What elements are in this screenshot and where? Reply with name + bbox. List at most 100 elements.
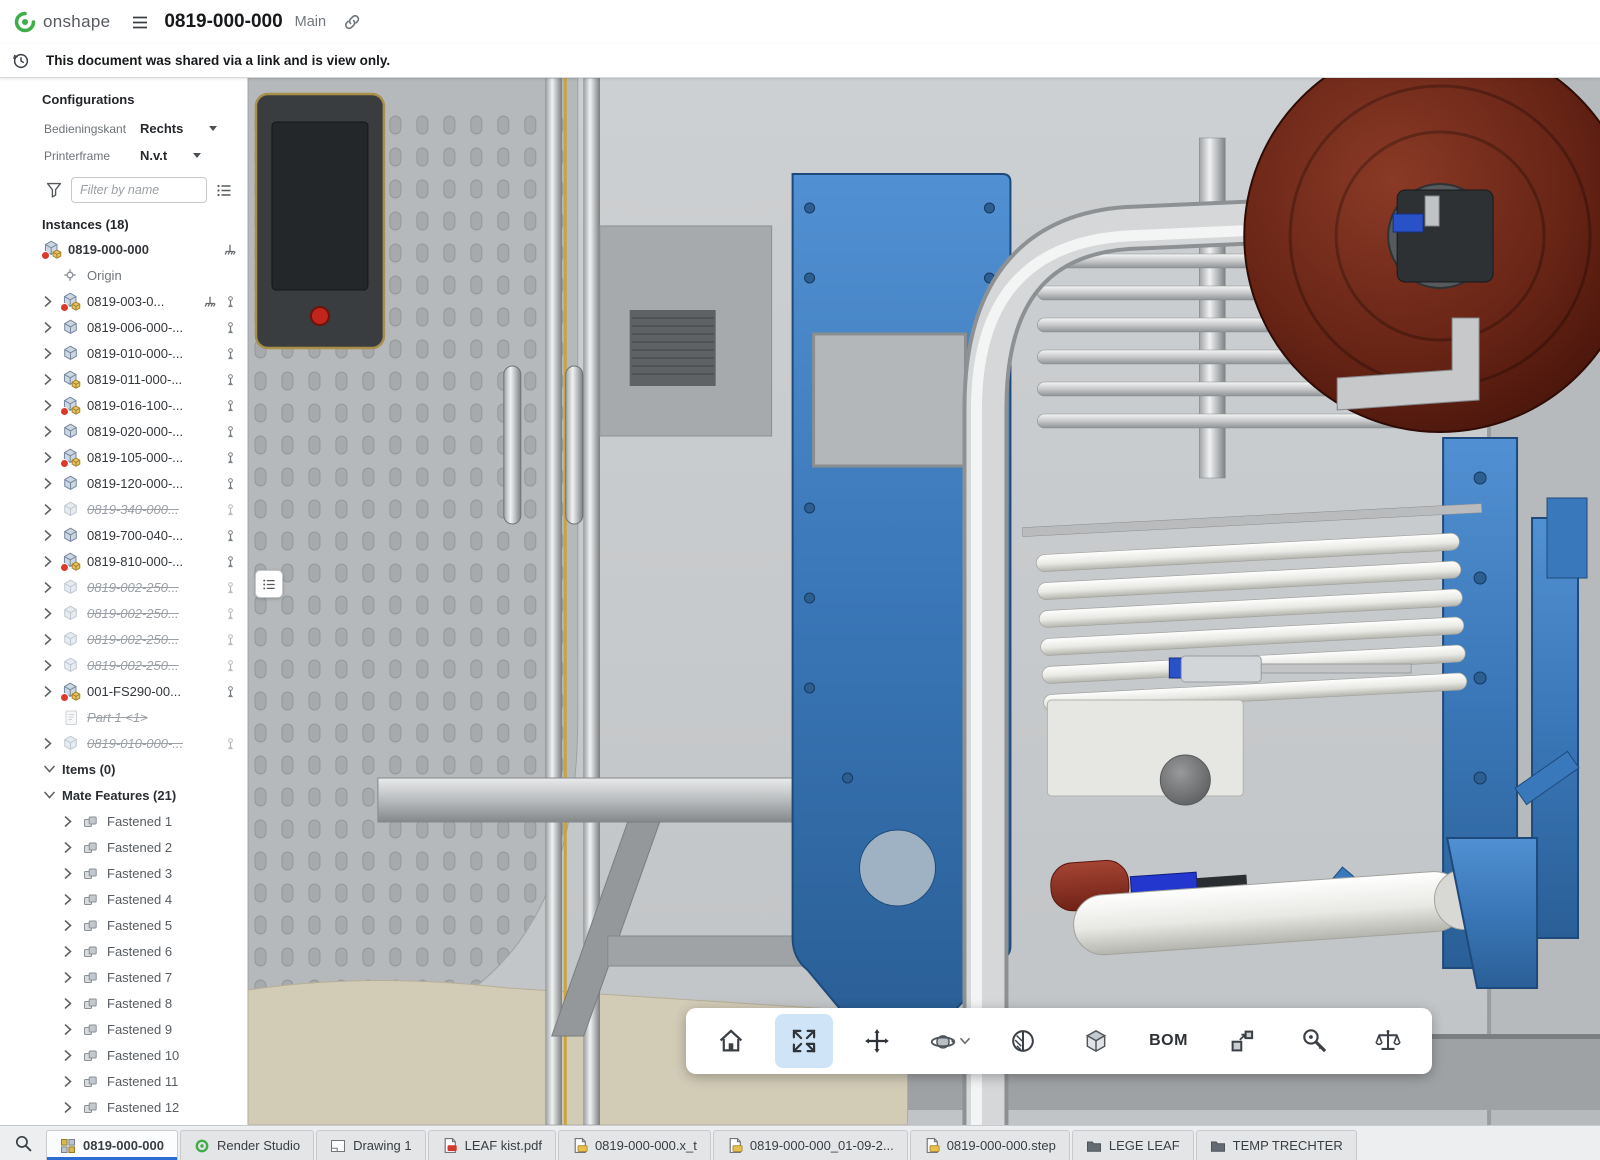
tree-row-mate-feature[interactable]: Fastened 9 — [0, 1016, 247, 1042]
chevron-right-icon[interactable] — [44, 530, 58, 541]
tree-row-mate-feature[interactable]: Fastened 4 — [0, 886, 247, 912]
tree-row-mate-feature[interactable]: Fastened 5 — [0, 912, 247, 938]
tree-row-mate-feature[interactable]: Fastened 3 — [0, 860, 247, 886]
tree-row-mate-feature[interactable]: Fastened 10 — [0, 1042, 247, 1068]
tree-row-mate-feature[interactable]: Fastened 7 — [0, 964, 247, 990]
tree-row-instance[interactable]: 0819-700-040-... — [0, 522, 247, 548]
tree-row-mate-feature[interactable]: Fastened 6 — [0, 938, 247, 964]
document-tab[interactable]: 0819-000-000.step — [910, 1130, 1070, 1160]
onshape-logo-text: onshape — [43, 12, 110, 32]
tree-row-instance[interactable]: 0819-003-0... — [0, 288, 247, 314]
filter-row — [0, 169, 247, 211]
mate-features-section-toggle[interactable]: Mate Features (21) — [0, 782, 247, 808]
chevron-right-icon[interactable] — [44, 348, 58, 359]
configuration-dropdown[interactable]: Printerframe N.v.t — [0, 142, 247, 169]
chevron-right-icon[interactable] — [44, 400, 58, 411]
chevron-right-icon[interactable] — [44, 660, 58, 671]
tree-row-instance[interactable]: 0819-002-250... — [0, 600, 247, 626]
explode-view-button[interactable] — [1213, 1014, 1271, 1068]
chevron-right-icon[interactable] — [64, 894, 78, 905]
document-tab[interactable]: 0819-000-000_01-09-2... — [713, 1130, 908, 1160]
chevron-right-icon[interactable] — [64, 1102, 78, 1113]
chevron-right-icon[interactable] — [64, 1024, 78, 1035]
tree-row-instance[interactable]: 0819-810-000-... — [0, 548, 247, 574]
chevron-right-icon[interactable] — [44, 426, 58, 437]
chevron-right-icon[interactable] — [44, 634, 58, 645]
document-tab[interactable]: LEGE LEAF — [1072, 1130, 1194, 1160]
tree-row-instance[interactable]: 0819-006-000-... — [0, 314, 247, 340]
chevron-right-icon[interactable] — [44, 738, 58, 749]
configuration-dropdown[interactable]: Bedieningskant Rechts — [0, 115, 247, 142]
chevron-right-icon[interactable] — [44, 322, 58, 333]
history-panel-button[interactable] — [12, 52, 30, 70]
tree-row-instance[interactable]: 0819-002-250... — [0, 652, 247, 678]
tree-row-instance[interactable]: 0819-105-000-... — [0, 444, 247, 470]
chevron-right-icon[interactable] — [44, 686, 58, 697]
chevron-right-icon[interactable] — [44, 556, 58, 567]
chevron-right-icon[interactable] — [64, 920, 78, 931]
chevron-right-icon[interactable] — [44, 374, 58, 385]
document-tab[interactable]: Drawing 1 — [316, 1130, 426, 1160]
tree-row-instance[interactable]: 0819-010-000-... — [0, 730, 247, 756]
rotate-view-button[interactable] — [921, 1014, 979, 1068]
bom-button[interactable]: BOM — [1140, 1014, 1198, 1068]
tree-row-instance[interactable]: 0819-002-250... — [0, 626, 247, 652]
chevron-right-icon[interactable] — [44, 582, 58, 593]
tree-row-instance[interactable]: 001-FS290-00... — [0, 678, 247, 704]
mass-properties-button[interactable] — [1359, 1014, 1417, 1068]
chevron-right-icon[interactable] — [64, 998, 78, 1009]
zoom-to-fit-button[interactable] — [775, 1014, 833, 1068]
tree-row-mate-feature[interactable]: Fastened 1 — [0, 808, 247, 834]
chevron-right-icon[interactable] — [64, 842, 78, 853]
chevron-right-icon[interactable] — [44, 478, 58, 489]
document-tab[interactable]: Render Studio — [180, 1130, 314, 1160]
document-tab[interactable]: TEMP TRECHTER — [1196, 1130, 1357, 1160]
tree-row-mate-feature[interactable]: Fastened 2 — [0, 834, 247, 860]
document-tab[interactable]: 0819-000-000.x_t — [558, 1130, 711, 1160]
onshape-logo[interactable]: onshape — [14, 11, 110, 33]
chevron-right-icon[interactable] — [64, 816, 78, 827]
tree-row-instance[interactable]: 0819-002-250... — [0, 574, 247, 600]
chevron-right-icon[interactable] — [44, 608, 58, 619]
list-view-toggle-button[interactable] — [216, 183, 232, 198]
measure-button[interactable] — [1286, 1014, 1344, 1068]
tree-row-instance[interactable]: 0819-011-000-... — [0, 366, 247, 392]
display-mode-button[interactable] — [1067, 1014, 1125, 1068]
tree-row-instance[interactable]: 0819-340-000... — [0, 496, 247, 522]
tree-row-instance[interactable]: 0819-016-100-... — [0, 392, 247, 418]
tab-label: LEGE LEAF — [1109, 1138, 1180, 1153]
section-view-button[interactable] — [994, 1014, 1052, 1068]
tree-row-origin[interactable]: Origin — [0, 262, 247, 288]
selection-panel-toggle[interactable] — [255, 570, 283, 598]
tree-row-instance[interactable]: 0819-010-000-... — [0, 340, 247, 366]
chevron-right-icon[interactable] — [64, 1050, 78, 1061]
chevron-right-icon[interactable] — [64, 1076, 78, 1087]
chevron-right-icon[interactable] — [64, 868, 78, 879]
document-tab[interactable]: 0819-000-000 — [46, 1130, 178, 1160]
filter-input[interactable] — [71, 177, 207, 203]
3d-viewport[interactable]: BOM — [248, 78, 1600, 1125]
tree-row-mate-feature[interactable]: Fastened 12 — [0, 1094, 247, 1120]
workspace-label: Main — [295, 14, 326, 30]
bom-label: BOM — [1149, 1032, 1188, 1050]
document-tab[interactable]: LEAF kist.pdf — [428, 1130, 556, 1160]
tree-row-root-assembly[interactable]: 0819-000-000 — [0, 236, 247, 262]
share-link-button[interactable] — [344, 14, 360, 30]
tree-row-instance[interactable]: Part 1 <1> — [0, 704, 247, 730]
home-view-button[interactable] — [702, 1014, 760, 1068]
main-menu-button[interactable] — [132, 15, 148, 30]
tree-row-instance[interactable]: 0819-020-000-... — [0, 418, 247, 444]
filter-button[interactable] — [46, 182, 62, 198]
chevron-right-icon[interactable] — [44, 504, 58, 515]
tree-row-mate-feature[interactable]: Fastened 8 — [0, 990, 247, 1016]
chevron-right-icon[interactable] — [44, 296, 58, 307]
tree-row-mate-feature[interactable]: Fastened 11 — [0, 1068, 247, 1094]
tab-search-button[interactable] — [6, 1128, 40, 1158]
pan-button[interactable] — [848, 1014, 906, 1068]
chevron-right-icon[interactable] — [64, 946, 78, 957]
tree-row-instance[interactable]: 0819-120-000-... — [0, 470, 247, 496]
onshape-logo-icon — [14, 11, 36, 33]
chevron-right-icon[interactable] — [44, 452, 58, 463]
items-section-toggle[interactable]: Items (0) — [0, 756, 247, 782]
chevron-right-icon[interactable] — [64, 972, 78, 983]
